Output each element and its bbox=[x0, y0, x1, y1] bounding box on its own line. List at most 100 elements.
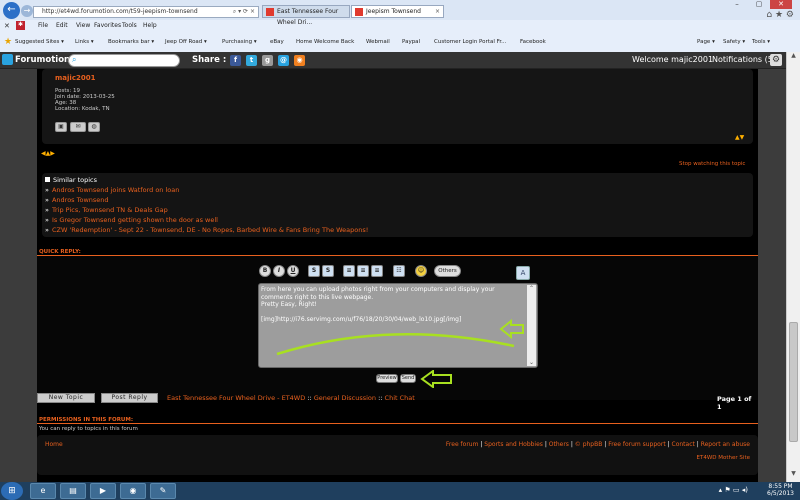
minimize-button[interactable]: – bbox=[726, 0, 748, 9]
menu-edit[interactable]: Edit bbox=[56, 22, 68, 29]
sub-button[interactable]: S bbox=[322, 265, 334, 277]
twitter-share-icon[interactable]: t bbox=[246, 55, 257, 66]
fav-webmail[interactable]: Webmail bbox=[366, 39, 390, 45]
preview-button[interactable]: Preview bbox=[376, 374, 398, 383]
footer-home-link[interactable]: Home bbox=[45, 441, 63, 448]
home-star-gear-icons[interactable]: ⌂ ★ ⚙ bbox=[766, 10, 794, 20]
close-tab-icon[interactable]: × bbox=[435, 6, 440, 17]
cmd-page[interactable]: Page ▾ bbox=[697, 39, 715, 45]
menu-tools[interactable]: Tools bbox=[122, 22, 137, 29]
google-share-icon[interactable]: g bbox=[262, 55, 273, 66]
similar-topic-link[interactable]: Is Gregor Townsend getting shown the doo… bbox=[52, 216, 218, 224]
similar-topic-item[interactable]: » Andros Townsend bbox=[45, 196, 109, 204]
fav-ebay[interactable]: eBay bbox=[270, 39, 284, 45]
settings-gear-icon[interactable]: ⚙ bbox=[770, 54, 782, 66]
cmd-tools[interactable]: Tools ▾ bbox=[752, 39, 770, 45]
fav-purchasing[interactable]: Purchasing ▾ bbox=[222, 39, 257, 45]
folder-taskbar-icon[interactable]: ▤ bbox=[60, 483, 86, 499]
emoticon-button[interactable]: ☺ bbox=[415, 265, 427, 277]
forumotion-search-input[interactable]: ⌕ bbox=[68, 54, 180, 67]
fav-jeep-off-road[interactable]: Jeep Off Road ▾ bbox=[165, 39, 207, 45]
insert-image-button[interactable]: ☷ bbox=[393, 265, 405, 277]
italic-button[interactable]: I bbox=[273, 265, 285, 277]
similar-topic-link[interactable]: CZW 'Redemption' - Sept 22 - Townsend, D… bbox=[52, 226, 368, 234]
system-tray-icons[interactable]: ▴ ⚑ ▭ ◂) bbox=[719, 486, 748, 494]
post-reply-button[interactable]: Post Reply bbox=[101, 393, 158, 403]
align-right-button[interactable]: ≡ bbox=[371, 265, 383, 277]
start-button[interactable]: ⊞ bbox=[1, 482, 23, 500]
fav-facebook[interactable]: Facebook bbox=[520, 39, 546, 45]
similar-topic-link[interactable]: Andros Townsend joins Watford on loan bbox=[52, 186, 179, 194]
similar-topic-link[interactable]: Trip Pics, Townsend TN & Deals Gap bbox=[52, 206, 168, 214]
similar-topic-item[interactable]: » Trip Pics, Townsend TN & Deals Gap bbox=[45, 206, 168, 214]
similar-topic-item[interactable]: » CZW 'Redemption' - Sept 22 - Townsend, … bbox=[45, 226, 368, 234]
forumotion-logo[interactable]: Forumotion bbox=[2, 54, 70, 65]
footer-link[interactable]: Contact bbox=[672, 441, 695, 448]
page-scrollbar[interactable]: ▲ ▼ bbox=[786, 52, 800, 482]
fav-customer-login[interactable]: Customer Login Portal Fr... bbox=[434, 39, 506, 45]
new-topic-button[interactable]: New Topic bbox=[37, 393, 95, 403]
breadcrumb-forum[interactable]: Chit Chat bbox=[385, 394, 415, 402]
menu-file[interactable]: File bbox=[38, 22, 48, 29]
toggle-editor-mode-icon[interactable]: A bbox=[516, 266, 530, 280]
footer-link[interactable]: Sports and Hobbies bbox=[484, 441, 543, 448]
chevron-down-icon[interactable]: ▼ bbox=[787, 470, 800, 482]
favorites-star-icon[interactable]: ★ bbox=[4, 37, 12, 47]
similar-topic-item[interactable]: » Andros Townsend joins Watford on loan bbox=[45, 186, 179, 194]
mother-site-link[interactable]: ET4WD Mother Site bbox=[697, 455, 750, 461]
fav-paypal[interactable]: Paypal bbox=[402, 39, 420, 45]
close-window-button[interactable]: ✕ bbox=[770, 0, 792, 9]
chevron-up-icon[interactable]: ▲ bbox=[787, 52, 800, 64]
username[interactable]: majic2001 bbox=[55, 74, 95, 82]
welcome-user[interactable]: Welcome majic2001 bbox=[632, 55, 713, 64]
fav-bookmarks-bar[interactable]: Bookmarks bar ▾ bbox=[108, 39, 154, 45]
app-taskbar-icon[interactable]: ✎ bbox=[150, 483, 176, 499]
similar-topic-item[interactable]: » Is Gregor Townsend getting shown the do… bbox=[45, 216, 218, 224]
clock[interactable]: 8:55 PM 6/5/2013 bbox=[767, 483, 794, 497]
cmd-safety[interactable]: Safety ▾ bbox=[723, 39, 745, 45]
notifications-link[interactable]: Notifications (5) bbox=[712, 55, 776, 64]
media-taskbar-icon[interactable]: ▶ bbox=[90, 483, 116, 499]
address-bar[interactable]: http://et4wd.forumotion.com/t59-jeepism-… bbox=[33, 6, 259, 18]
fav-suggested-sites[interactable]: Suggested Sites ▾ bbox=[15, 39, 64, 45]
similar-topic-link[interactable]: Andros Townsend bbox=[52, 196, 109, 204]
tab-jeepism-townsend[interactable]: Jeepism Townsend × bbox=[351, 5, 444, 18]
refresh-icon[interactable]: ⌕ ▾ ⟳ × bbox=[233, 7, 255, 17]
breadcrumb-site[interactable]: East Tennessee Four Wheel Drive - ET4WD bbox=[167, 394, 305, 402]
strike-button[interactable]: S bbox=[308, 265, 320, 277]
fav-home-welcome-back[interactable]: Home Welcome Back bbox=[296, 39, 354, 45]
stop-watching-link[interactable]: Stop watching this topic bbox=[679, 161, 745, 167]
others-button[interactable]: Others bbox=[434, 265, 461, 277]
send-button[interactable]: Send bbox=[400, 374, 416, 383]
footer-link[interactable]: © phpBB bbox=[575, 441, 603, 448]
jump-arrows-icon[interactable]: ▲▼ bbox=[735, 134, 744, 141]
chrome-taskbar-icon[interactable]: ◉ bbox=[120, 483, 146, 499]
tab-east-tennessee[interactable]: East Tennessee Four Wheel Dri... bbox=[262, 5, 350, 26]
footer-link[interactable]: Free forum support bbox=[608, 441, 665, 448]
fav-links[interactable]: Links ▾ bbox=[75, 39, 94, 45]
breadcrumb-category[interactable]: General Discussion bbox=[314, 394, 376, 402]
back-button[interactable]: ← bbox=[3, 2, 20, 19]
forward-button[interactable]: → bbox=[21, 5, 33, 17]
menu-favorites[interactable]: Favorites bbox=[94, 22, 121, 29]
menu-help[interactable]: Help bbox=[143, 22, 157, 29]
maximize-button[interactable]: ▢ bbox=[748, 0, 770, 9]
menu-view[interactable]: View bbox=[76, 22, 90, 29]
send-pm-icon[interactable]: ✉ bbox=[70, 122, 86, 132]
website-icon[interactable]: ◍ bbox=[88, 122, 100, 132]
ie-taskbar-icon[interactable]: e bbox=[30, 483, 56, 499]
footer-link[interactable]: Free forum bbox=[446, 441, 479, 448]
align-center-button[interactable]: ≡ bbox=[357, 265, 369, 277]
message-textarea[interactable]: From here you can upload photos right fr… bbox=[258, 283, 538, 368]
facebook-share-icon[interactable]: f bbox=[230, 55, 241, 66]
profile-icon[interactable]: ▣ bbox=[55, 122, 67, 132]
align-left-button[interactable]: ≡ bbox=[343, 265, 355, 277]
underline-button[interactable]: U bbox=[287, 265, 299, 277]
topic-arrows-icon[interactable]: ◀▲▶ bbox=[41, 150, 55, 157]
email-share-icon[interactable]: @ bbox=[278, 55, 289, 66]
close-icon[interactable]: ✕ bbox=[4, 22, 10, 30]
rss-share-icon[interactable]: ◉ bbox=[294, 55, 305, 66]
footer-link[interactable]: Others bbox=[549, 441, 569, 448]
footer-link[interactable]: Report an abuse bbox=[701, 441, 750, 448]
bold-button[interactable]: B bbox=[259, 265, 271, 277]
